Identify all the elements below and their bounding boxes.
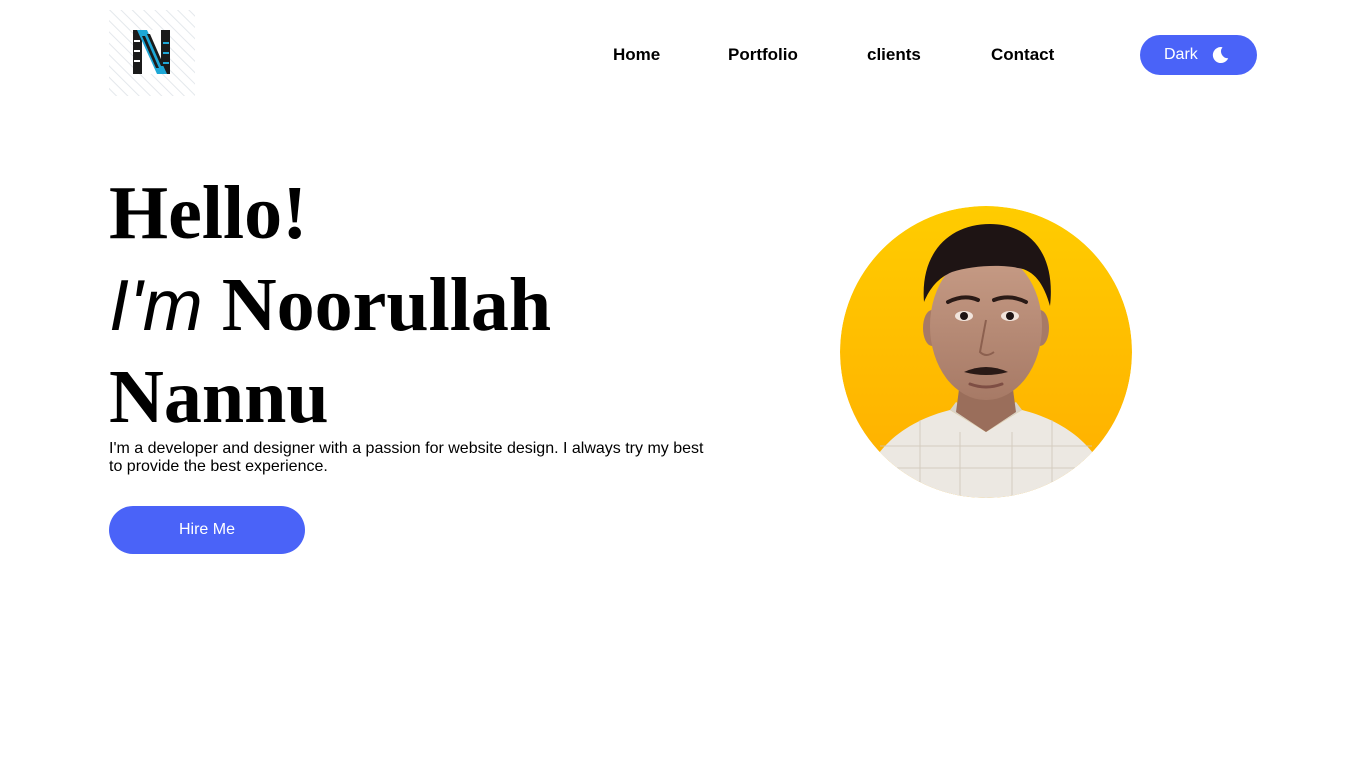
hero-first-name: Noorullah: [221, 263, 552, 347]
profile-photo-icon: [840, 206, 1132, 498]
hero-im: I'm: [109, 266, 203, 346]
logo[interactable]: [109, 10, 195, 96]
hero-name-line: I'm Noorullah: [109, 260, 551, 351]
hero-intro-text: I'm a developer and designer with a pass…: [109, 440, 704, 475]
dark-mode-toggle[interactable]: Dark: [1140, 35, 1257, 75]
nav-clients[interactable]: clients: [867, 45, 921, 65]
hire-me-button[interactable]: Hire Me: [109, 506, 305, 554]
n-monogram-logo-icon: [109, 10, 195, 96]
hero-greeting: Hello!: [109, 171, 308, 255]
nav-portfolio[interactable]: Portfolio: [728, 45, 798, 65]
moon-icon: [1212, 47, 1229, 64]
dark-mode-label: Dark: [1164, 46, 1198, 63]
nav-home[interactable]: Home: [613, 45, 660, 65]
hero-last-name: Nannu: [109, 355, 329, 439]
nav-contact[interactable]: Contact: [991, 45, 1054, 65]
profile-avatar: [840, 206, 1132, 498]
